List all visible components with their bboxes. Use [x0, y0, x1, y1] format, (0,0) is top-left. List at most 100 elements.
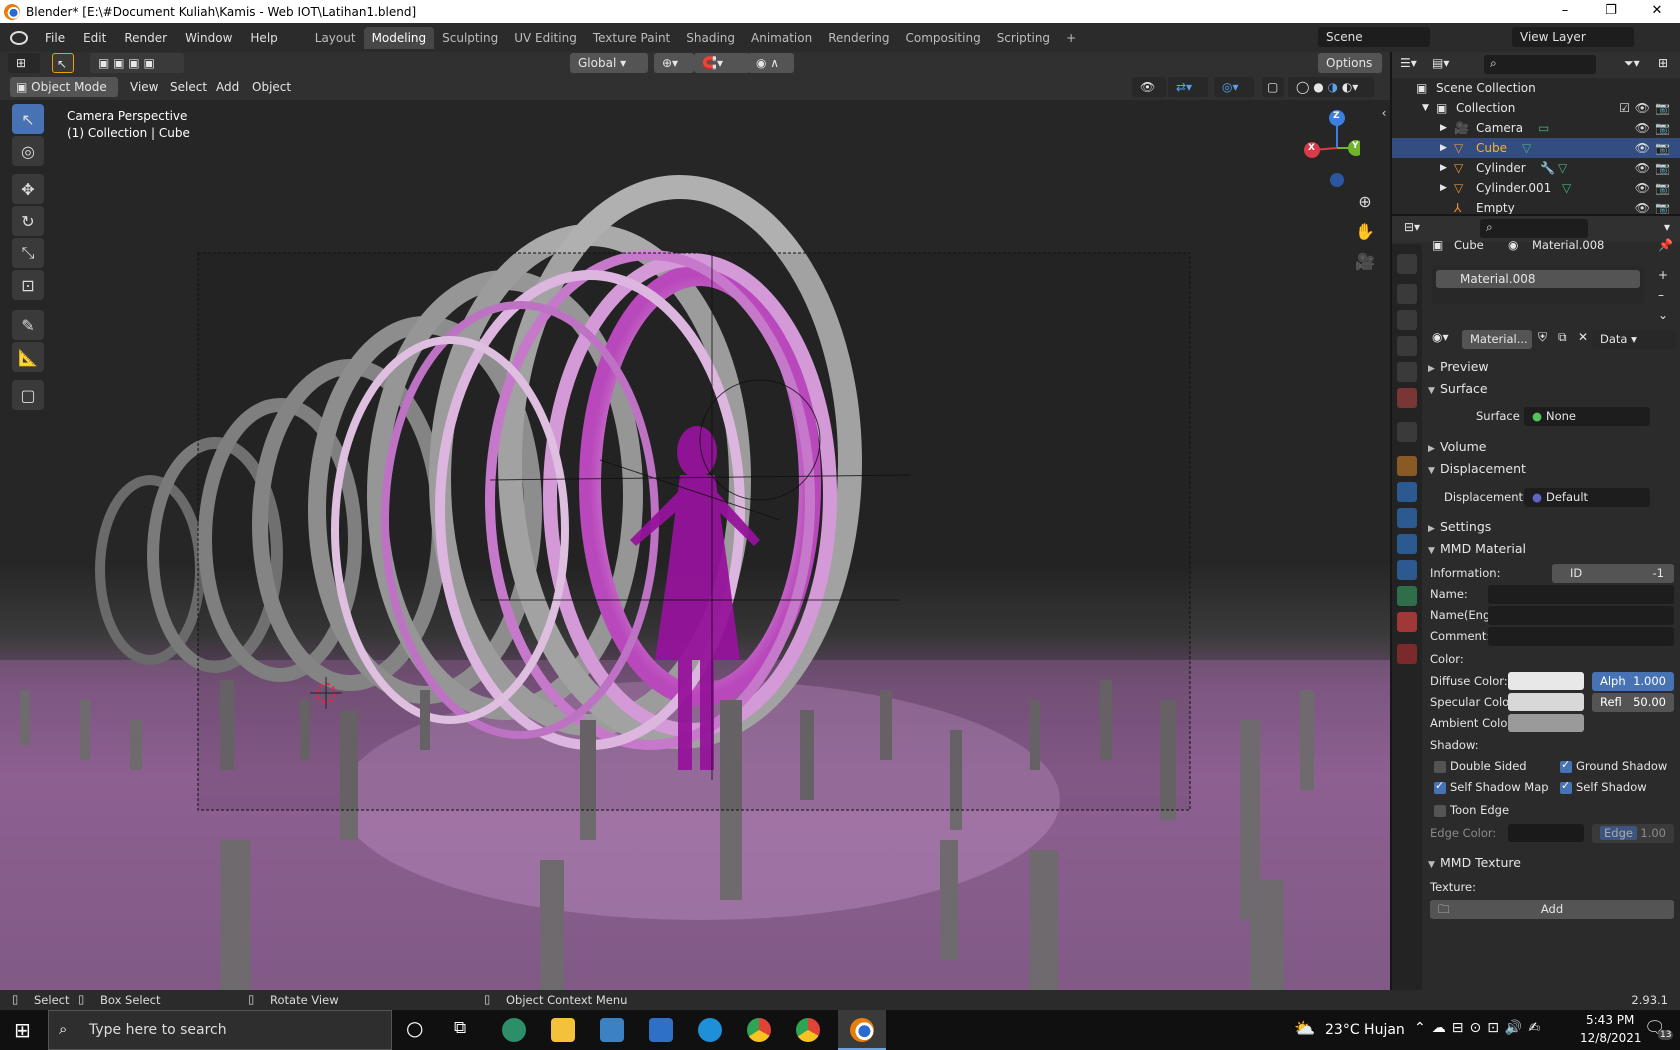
shading-mode-buttons[interactable]: ◯ ● ◑ ◐▾	[1288, 77, 1374, 97]
clock-time[interactable]: 5:43 PM	[1586, 1013, 1634, 1027]
outliner-collection[interactable]: ▼ ▣ Collection ☑ 👁 📷	[1392, 98, 1680, 118]
unlink-material-icon[interactable]: ✕	[1578, 330, 1588, 344]
store-icon[interactable]	[600, 1018, 624, 1042]
overlay-toggle[interactable]: ◎▾	[1214, 77, 1254, 97]
select-mode-buttons[interactable]: ▣ ▣ ▣ ▣	[90, 53, 184, 73]
collection-tab-icon[interactable]	[1397, 422, 1417, 442]
properties-options-icon[interactable]: ▾	[1664, 220, 1670, 234]
panel-preview[interactable]: ▶ Preview	[1428, 356, 1676, 378]
select-tool-button[interactable]: ↖	[52, 53, 74, 73]
panel-mmd-texture[interactable]: ▼ MMD Texture	[1428, 852, 1676, 874]
camera-view-icon[interactable]: 🎥	[1353, 252, 1377, 276]
display-mode-icon[interactable]: ▤▾	[1432, 56, 1449, 70]
fake-user-shield-icon[interactable]: ⛨	[1538, 330, 1547, 345]
outliner-item-cube[interactable]: ▶ ▽ Cube ▽ 👁 📷	[1392, 138, 1680, 158]
tab-layout[interactable]: Layout	[307, 27, 364, 49]
slot-menu-icon[interactable]: ⌄	[1658, 308, 1668, 322]
remove-slot-icon[interactable]: –	[1658, 288, 1664, 302]
duplicate-material-icon[interactable]: ⧉	[1558, 330, 1567, 345]
ground-shadow-checkbox[interactable]	[1560, 758, 1572, 773]
expand-icon[interactable]: ▶	[1440, 118, 1447, 138]
self-shadow-checkbox[interactable]	[1560, 779, 1572, 794]
expand-icon[interactable]: ▶	[1440, 138, 1447, 158]
add-workspace-button[interactable]: +	[1058, 27, 1084, 49]
sidebar-toggle-icon[interactable]: ‹	[1372, 106, 1390, 130]
tab-rendering[interactable]: Rendering	[820, 27, 897, 49]
double-sided-checkbox[interactable]	[1434, 761, 1446, 773]
tray-icons[interactable]: ⌃☁⊟⊙⊡🔊✍	[1414, 1020, 1546, 1036]
material-name-field[interactable]: Material...	[1462, 330, 1532, 349]
eye-icon[interactable]: 👁	[1635, 138, 1650, 158]
self-shadow-map-checkbox[interactable]	[1434, 779, 1446, 794]
render-camera-icon[interactable]: 📷	[1655, 178, 1670, 198]
pan-hand-icon[interactable]: ✋	[1353, 222, 1377, 246]
world-tab-icon[interactable]	[1397, 388, 1417, 408]
name-eng-input[interactable]	[1488, 606, 1674, 625]
comment-input[interactable]	[1488, 627, 1674, 646]
menu-help[interactable]: Help	[241, 31, 286, 45]
proportional-edit-toggle[interactable]: ◉ ∧	[748, 53, 794, 73]
expand-icon[interactable]: ▶	[1440, 158, 1447, 178]
mode-dropdown[interactable]: ▣ Object Mode ▾	[10, 77, 118, 114]
properties-editor-type-icon[interactable]: ⊟▾	[1404, 220, 1420, 234]
mail-icon[interactable]	[649, 1018, 673, 1042]
render-tab-icon[interactable]	[1397, 284, 1417, 304]
edge-beta-icon[interactable]	[502, 1018, 526, 1042]
xray-toggle[interactable]: ▢	[1262, 77, 1284, 97]
tool-tab-icon[interactable]	[1397, 254, 1417, 274]
tab-scripting[interactable]: Scripting	[989, 27, 1058, 49]
tab-animation[interactable]: Animation	[743, 27, 820, 49]
texture-tab-icon[interactable]	[1397, 644, 1417, 664]
taskbar-search-input[interactable]: ⌕ Type here to search	[48, 1010, 392, 1050]
tab-uv-editing[interactable]: UV Editing	[506, 27, 585, 49]
maximize-button[interactable]: ❐	[1588, 0, 1634, 23]
outliner-editor-type-icon[interactable]: ☰▾	[1400, 56, 1417, 70]
options-dropdown[interactable]: Options ▾	[1318, 53, 1382, 90]
expand-icon[interactable]: ▼	[1422, 98, 1429, 118]
material-browse-icon[interactable]: ◉▾	[1432, 330, 1449, 344]
tab-shading[interactable]: Shading	[678, 27, 743, 49]
transform-orientation-dropdown[interactable]: Global ▾	[570, 53, 648, 73]
snap-toggle[interactable]: 🧲▾	[694, 53, 750, 73]
id-field[interactable]: ID -1	[1552, 564, 1674, 583]
menu-view[interactable]: View	[122, 77, 166, 97]
modifier-tab-icon[interactable]	[1397, 482, 1417, 502]
menu-file[interactable]: File	[36, 31, 74, 45]
3d-viewport[interactable]: Camera Perspective (1) Collection | Cube…	[0, 100, 1390, 990]
render-camera-icon[interactable]: 📷	[1655, 138, 1670, 158]
scene-tab-icon[interactable]	[1397, 362, 1417, 382]
texture-add-button[interactable]: 🗀 Add	[1430, 900, 1674, 919]
chrome-icon[interactable]	[747, 1018, 771, 1042]
weather-label[interactable]: 23°C Hujan	[1325, 1022, 1405, 1038]
menu-render[interactable]: Render	[115, 31, 176, 45]
transform-tool[interactable]: ⊡	[12, 270, 44, 300]
chrome-profile-icon[interactable]	[796, 1018, 820, 1042]
edge-color-swatch[interactable]	[1508, 824, 1584, 842]
new-collection-icon[interactable]: ⊞	[1658, 56, 1668, 70]
menu-edit[interactable]: Edit	[74, 31, 115, 45]
material-slot[interactable]: Material.008	[1436, 270, 1640, 288]
ambient-color-swatch[interactable]	[1508, 714, 1584, 732]
view-layer-tab-icon[interactable]	[1397, 336, 1417, 356]
visibility-dropdown[interactable]: 👁▾	[1132, 77, 1166, 114]
material-tab-icon[interactable]	[1397, 612, 1417, 632]
cursor-tool[interactable]: ◎	[12, 136, 44, 166]
add-slot-icon[interactable]: +	[1658, 268, 1668, 282]
render-camera-icon[interactable]: 📷	[1655, 98, 1670, 118]
surface-shader-field[interactable]: ● None	[1524, 407, 1650, 426]
properties-search-input[interactable]: ⌕	[1480, 219, 1588, 238]
render-camera-icon[interactable]: 📷	[1655, 158, 1670, 178]
view-layer-selector[interactable]: View Layer	[1512, 27, 1634, 47]
eye-icon[interactable]: 👁	[1635, 98, 1650, 118]
menu-object[interactable]: Object	[244, 77, 299, 97]
tab-compositing[interactable]: Compositing	[897, 27, 988, 49]
file-explorer-icon[interactable]	[551, 1018, 575, 1042]
panel-displacement[interactable]: ▼ Displacement	[1428, 458, 1676, 480]
tab-sculpting[interactable]: Sculpting	[434, 27, 506, 49]
filter-icon[interactable]: ⏷▾	[1624, 56, 1640, 71]
gizmo-toggle[interactable]: ⇄▾	[1168, 77, 1208, 97]
panel-settings[interactable]: ▶ Settings	[1428, 516, 1676, 538]
particles-tab-icon[interactable]	[1397, 508, 1417, 528]
expand-icon[interactable]: ▶	[1440, 178, 1447, 198]
outliner-item-camera[interactable]: ▶ 🎥 Camera ▭ 👁 📷	[1392, 118, 1680, 138]
